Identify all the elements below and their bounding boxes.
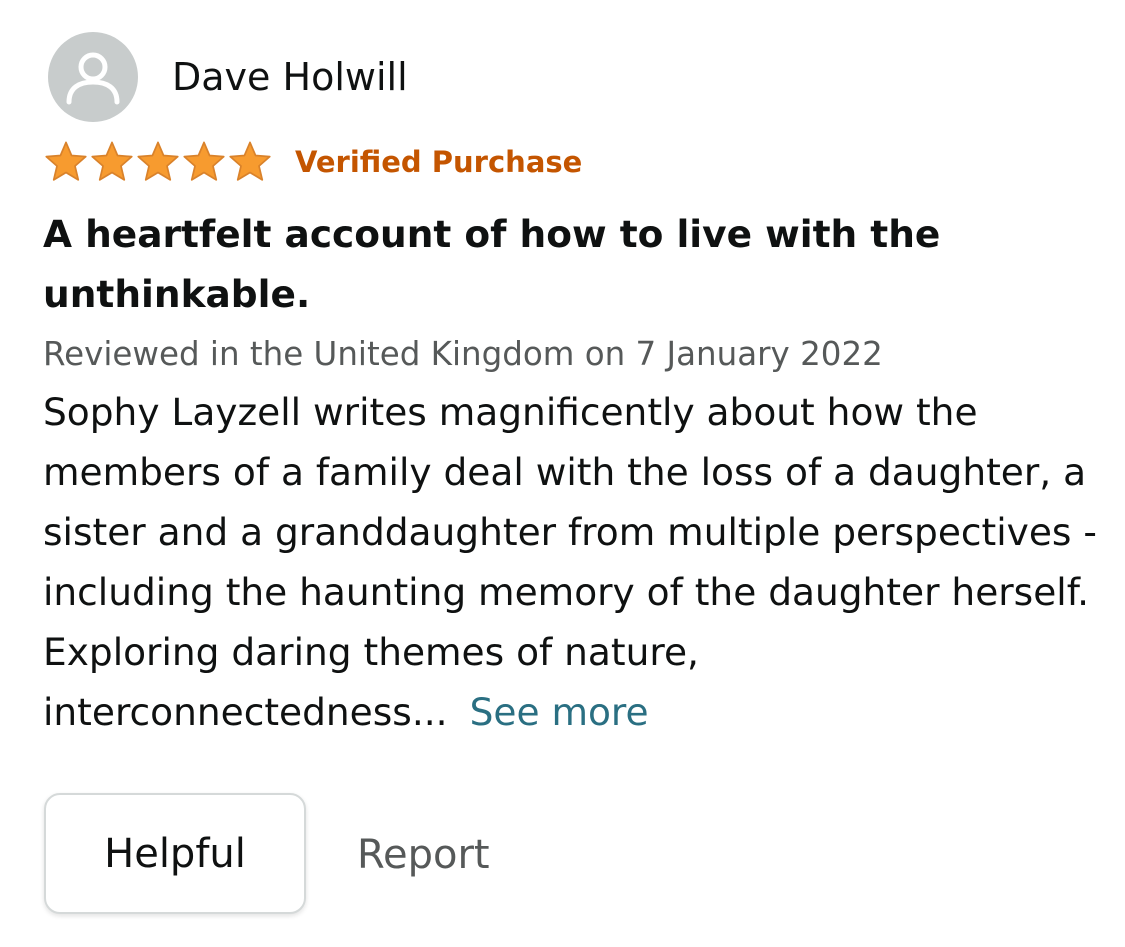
reviewer-profile[interactable]: Dave Holwill <box>48 32 408 122</box>
see-more-link[interactable]: See more <box>470 690 649 734</box>
star-icon <box>91 141 133 181</box>
user-silhouette-icon <box>66 52 120 105</box>
star-icon <box>183 141 225 181</box>
review-card: Dave Holwill Verified Purchase A heartfe… <box>0 0 1125 947</box>
rating-row: Verified Purchase <box>43 139 582 185</box>
review-date: Reviewed in the United Kingdom on 7 Janu… <box>43 335 883 373</box>
star-icon <box>229 141 271 181</box>
verified-purchase-badge: Verified Purchase <box>295 145 583 179</box>
review-text: Sophy Layzell writes magnificently about… <box>43 390 1097 734</box>
review-body: Sophy Layzell writes magnificently about… <box>43 382 1103 742</box>
star-icon <box>45 141 87 181</box>
report-link[interactable]: Report <box>357 828 490 882</box>
star-rating[interactable] <box>43 139 273 185</box>
helpful-button[interactable]: Helpful <box>44 793 306 914</box>
avatar <box>48 32 138 122</box>
review-title: A heartfelt account of how to live with … <box>43 212 941 316</box>
star-icon <box>137 141 179 181</box>
reviewer-name: Dave Holwill <box>172 55 408 99</box>
